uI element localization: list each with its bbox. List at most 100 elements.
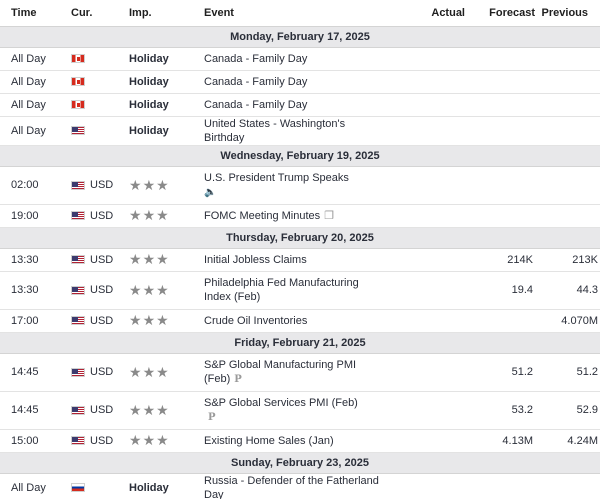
forecast-value: 4.13M xyxy=(467,429,535,453)
header-forecast[interactable]: Forecast xyxy=(467,0,535,26)
table-row[interactable]: 13:30 USD ★★★ Initial Jobless Claims 214… xyxy=(0,248,600,272)
forecast-value xyxy=(467,473,535,499)
star-icon: ★ xyxy=(142,363,157,380)
actual-value xyxy=(380,93,467,117)
importance-holiday: Holiday xyxy=(120,70,202,94)
currency-cell: USD xyxy=(60,248,120,272)
actual-value xyxy=(380,248,467,272)
event-name[interactable]: Canada - Family Day xyxy=(202,47,380,71)
currency-cell xyxy=(60,70,120,94)
importance-stars: ★★★ xyxy=(120,353,202,392)
forecast-value: 53.2 xyxy=(467,391,535,430)
event-name[interactable]: S&P Global Manufacturing PMI (Feb) xyxy=(204,359,356,385)
star-icon: ★ xyxy=(129,176,143,193)
table-row[interactable]: 02:00 USD ★★★ U.S. President Trump Speak… xyxy=(0,166,600,205)
currency-cell: USD xyxy=(60,271,120,310)
event-cell[interactable]: U.S. President Trump Speaks 🔈 xyxy=(202,166,380,205)
currency-cell xyxy=(60,116,120,146)
star-icon: ★ xyxy=(142,312,157,328)
table-row[interactable]: All Day Holiday Russia - Defender of the… xyxy=(0,473,600,499)
event-name[interactable]: Russia - Defender of the Fatherland Day xyxy=(202,473,380,499)
importance-holiday: Holiday xyxy=(120,93,202,117)
previous-value xyxy=(535,473,600,499)
header-actual[interactable]: Actual xyxy=(380,0,467,26)
table-row[interactable]: All Day Holiday Canada - Family Day xyxy=(0,93,600,117)
date-header: Monday, February 17, 2025 xyxy=(0,25,600,48)
forecast-value xyxy=(467,309,535,333)
currency-cell: USD xyxy=(60,166,120,205)
preliminary-icon[interactable]: P xyxy=(208,412,216,423)
event-name[interactable]: Initial Jobless Claims xyxy=(202,248,380,272)
event-cell[interactable]: S&P Global Manufacturing PMI (Feb) P xyxy=(202,353,380,392)
table-row[interactable]: 14:45 USD ★★★ S&P Global Manufacturing P… xyxy=(0,353,600,392)
table-row[interactable]: 15:00 USD ★★★ Existing Home Sales (Jan) … xyxy=(0,429,600,453)
currency-cell: USD xyxy=(60,309,120,333)
star-icon: ★ xyxy=(142,251,157,267)
us-flag-icon xyxy=(71,367,85,377)
star-icon: ★ xyxy=(129,207,143,223)
previous-value xyxy=(535,116,600,146)
star-icon: ★ xyxy=(129,363,143,380)
document-icon[interactable]: ❐ xyxy=(324,210,334,222)
speaker-icon[interactable]: 🔈 xyxy=(204,186,380,200)
event-name[interactable]: United States - Washington's Birthday xyxy=(202,116,380,146)
preliminary-icon[interactable]: P xyxy=(234,374,242,385)
table-row[interactable]: All Day Holiday Canada - Family Day xyxy=(0,70,600,94)
importance-holiday: Holiday xyxy=(120,116,202,146)
previous-value: 213K xyxy=(535,248,600,272)
star-icon: ★ xyxy=(129,251,143,267)
event-time: All Day xyxy=(0,93,60,117)
event-name[interactable]: S&P Global Services PMI (Feb) xyxy=(204,397,358,409)
star-icon: ★ xyxy=(156,363,170,380)
header-time[interactable]: Time xyxy=(0,0,60,26)
header-event[interactable]: Event xyxy=(202,0,380,26)
event-cell[interactable]: S&P Global Services PMI (Feb) P xyxy=(202,391,380,430)
star-icon: ★ xyxy=(142,432,157,448)
date-label: Sunday, February 23, 2025 xyxy=(0,451,600,474)
actual-value xyxy=(380,353,467,392)
event-name[interactable]: U.S. President Trump Speaks xyxy=(204,172,349,184)
currency-code: USD xyxy=(90,434,114,447)
event-name[interactable]: Canada - Family Day xyxy=(202,93,380,117)
table-row[interactable]: All Day Holiday United States - Washingt… xyxy=(0,116,600,146)
table-row[interactable]: 13:30 USD ★★★ Philadelphia Fed Manufactu… xyxy=(0,271,600,310)
star-icon: ★ xyxy=(142,207,157,223)
previous-value xyxy=(535,204,600,228)
event-time: 14:45 xyxy=(0,391,60,430)
event-name[interactable]: Existing Home Sales (Jan) xyxy=(202,429,380,453)
date-header: Sunday, February 23, 2025 xyxy=(0,451,600,474)
previous-value: 44.3 xyxy=(535,271,600,310)
importance-stars: ★★★ xyxy=(120,204,202,228)
event-name[interactable]: Philadelphia Fed Manufacturing Index (Fe… xyxy=(202,271,380,310)
event-time: All Day xyxy=(0,116,60,146)
table-row[interactable]: 19:00 USD ★★★ FOMC Meeting Minutes ❐ xyxy=(0,204,600,228)
currency-cell: USD xyxy=(60,429,120,453)
importance-stars: ★★★ xyxy=(120,391,202,430)
previous-value: 52.9 xyxy=(535,391,600,430)
us-flag-icon xyxy=(71,316,85,326)
star-icon: ★ xyxy=(156,251,170,267)
header-importance[interactable]: Imp. xyxy=(120,0,202,26)
table-row[interactable]: 14:45 USD ★★★ S&P Global Services PMI (F… xyxy=(0,391,600,430)
us-flag-icon xyxy=(71,285,85,295)
forecast-value xyxy=(467,70,535,94)
forecast-value: 19.4 xyxy=(467,271,535,310)
header-currency[interactable]: Cur. xyxy=(60,0,120,26)
event-name[interactable]: FOMC Meeting Minutes xyxy=(204,210,320,222)
event-time: 15:00 xyxy=(0,429,60,453)
previous-value xyxy=(535,166,600,205)
header-previous[interactable]: Previous xyxy=(535,0,600,26)
event-name[interactable]: Canada - Family Day xyxy=(202,70,380,94)
event-name[interactable]: Crude Oil Inventories xyxy=(202,309,380,333)
event-cell[interactable]: FOMC Meeting Minutes ❐ xyxy=(202,204,380,228)
table-row[interactable]: 17:00 USD ★★★ Crude Oil Inventories 4.07… xyxy=(0,309,600,333)
event-time: 14:45 xyxy=(0,353,60,392)
actual-value xyxy=(380,166,467,205)
currency-cell xyxy=(60,47,120,71)
actual-value xyxy=(380,309,467,333)
event-time: 02:00 xyxy=(0,166,60,205)
actual-value xyxy=(380,473,467,499)
table-row[interactable]: All Day Holiday Canada - Family Day xyxy=(0,47,600,71)
us-flag-icon xyxy=(71,436,85,446)
event-time: 17:00 xyxy=(0,309,60,333)
